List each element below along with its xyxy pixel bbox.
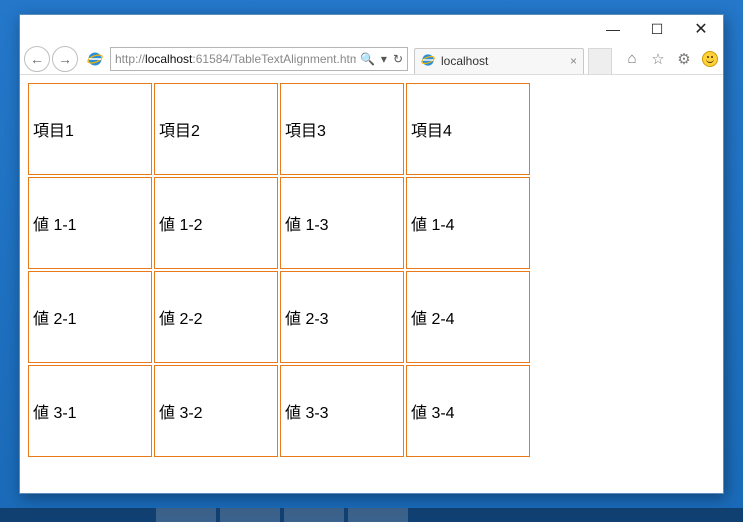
toolbar-right: ⌂ ☆ ⚙ (623, 50, 719, 68)
table-cell: 値 3-1 (28, 365, 152, 457)
tab-localhost[interactable]: localhost × (414, 48, 584, 74)
url-text: http://localhost:61584/TableTextAlignmen… (115, 52, 356, 66)
page-content: 項目1 項目2 項目3 項目4 値 1-1 値 1-2 値 1-3 値 1-4 … (20, 75, 723, 465)
address-bar[interactable]: http://localhost:61584/TableTextAlignmen… (110, 47, 408, 71)
taskbar-item[interactable] (284, 508, 344, 522)
table-cell: 項目3 (280, 83, 404, 175)
ie-logo-icon (421, 53, 435, 70)
feedback-icon[interactable] (701, 50, 719, 68)
dropdown-icon[interactable]: ▾ (381, 52, 387, 66)
titlebar: — ☐ ✕ (20, 15, 723, 43)
table-cell: 値 1-2 (154, 177, 278, 269)
table-cell: 値 2-2 (154, 271, 278, 363)
browser-window: — ☐ ✕ ← → http://localhost:61584/TableTe… (19, 14, 724, 494)
ie-logo-icon (86, 50, 104, 68)
table-cell: 項目4 (406, 83, 530, 175)
table-cell: 項目1 (28, 83, 152, 175)
table-cell: 項目2 (154, 83, 278, 175)
tab-close-button[interactable]: × (570, 54, 577, 68)
minimize-button[interactable]: — (591, 15, 635, 43)
tab-title: localhost (441, 54, 488, 68)
table-row: 値 3-1 値 3-2 値 3-3 値 3-4 (28, 365, 530, 457)
taskbar-item[interactable] (348, 508, 408, 522)
table-cell: 値 3-3 (280, 365, 404, 457)
taskbar-item[interactable] (220, 508, 280, 522)
arrow-left-icon: ← (30, 51, 44, 67)
close-button[interactable]: ✕ (679, 15, 723, 43)
demo-table: 項目1 項目2 項目3 項目4 値 1-1 値 1-2 値 1-3 値 1-4 … (26, 81, 532, 459)
table-cell: 値 1-4 (406, 177, 530, 269)
forward-button[interactable]: → (52, 46, 78, 72)
settings-icon[interactable]: ⚙ (675, 50, 693, 68)
home-icon[interactable]: ⌂ (623, 50, 641, 68)
table-cell: 値 3-2 (154, 365, 278, 457)
table-cell: 値 3-4 (406, 365, 530, 457)
table-cell: 値 1-3 (280, 177, 404, 269)
table-cell: 値 2-4 (406, 271, 530, 363)
favorites-icon[interactable]: ☆ (649, 50, 667, 68)
table-row: 値 1-1 値 1-2 値 1-3 値 1-4 (28, 177, 530, 269)
new-tab-button[interactable] (588, 48, 612, 74)
table-cell: 値 1-1 (28, 177, 152, 269)
table-row: 項目1 項目2 項目3 項目4 (28, 83, 530, 175)
table-row: 値 2-1 値 2-2 値 2-3 値 2-4 (28, 271, 530, 363)
smiley-icon (702, 51, 718, 67)
back-button[interactable]: ← (24, 46, 50, 72)
table-cell: 値 2-1 (28, 271, 152, 363)
taskbar-item[interactable] (156, 508, 216, 522)
search-icon[interactable]: 🔍 (360, 52, 375, 66)
arrow-right-icon: → (58, 51, 72, 67)
maximize-button[interactable]: ☐ (635, 15, 679, 43)
taskbar[interactable] (0, 508, 743, 522)
refresh-button[interactable]: ↻ (393, 52, 403, 66)
toolbar: ← → http://localhost:61584/TableTextAlig… (20, 43, 723, 75)
table-cell: 値 2-3 (280, 271, 404, 363)
